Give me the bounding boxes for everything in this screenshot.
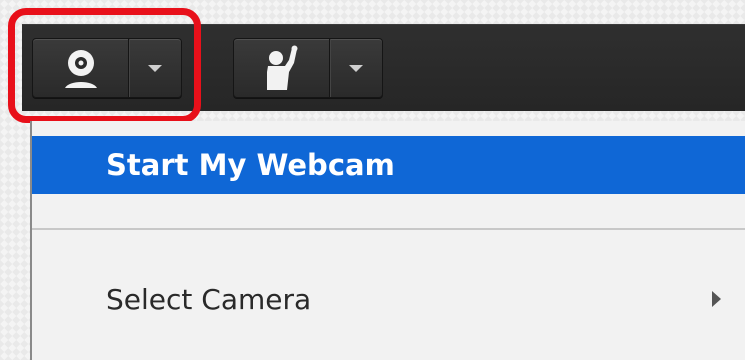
webcam-dropdown-button[interactable] — [129, 39, 179, 97]
chevron-down-icon — [348, 64, 363, 72]
raise-hand-split-button[interactable] — [233, 38, 383, 98]
webcam-button[interactable] — [33, 39, 129, 97]
webcam-icon — [64, 50, 97, 88]
menu-separator — [32, 228, 745, 230]
toolbar — [22, 24, 745, 111]
webcam-split-button[interactable] — [32, 38, 182, 98]
raise-hand-button[interactable] — [234, 39, 330, 97]
webcam-dropdown-menu: Start My Webcam Select Camera — [30, 121, 745, 360]
menu-item-label: Start My Webcam — [106, 148, 395, 182]
raise-hand-dropdown-button[interactable] — [330, 39, 380, 97]
menu-item-start-my-webcam[interactable]: Start My Webcam — [32, 136, 745, 194]
raise-hand-icon — [266, 45, 297, 90]
menu-item-label: Select Camera — [106, 282, 312, 316]
menu-item-select-camera[interactable]: Select Camera — [32, 271, 745, 327]
chevron-right-icon — [712, 291, 721, 307]
chevron-down-icon — [147, 64, 162, 72]
